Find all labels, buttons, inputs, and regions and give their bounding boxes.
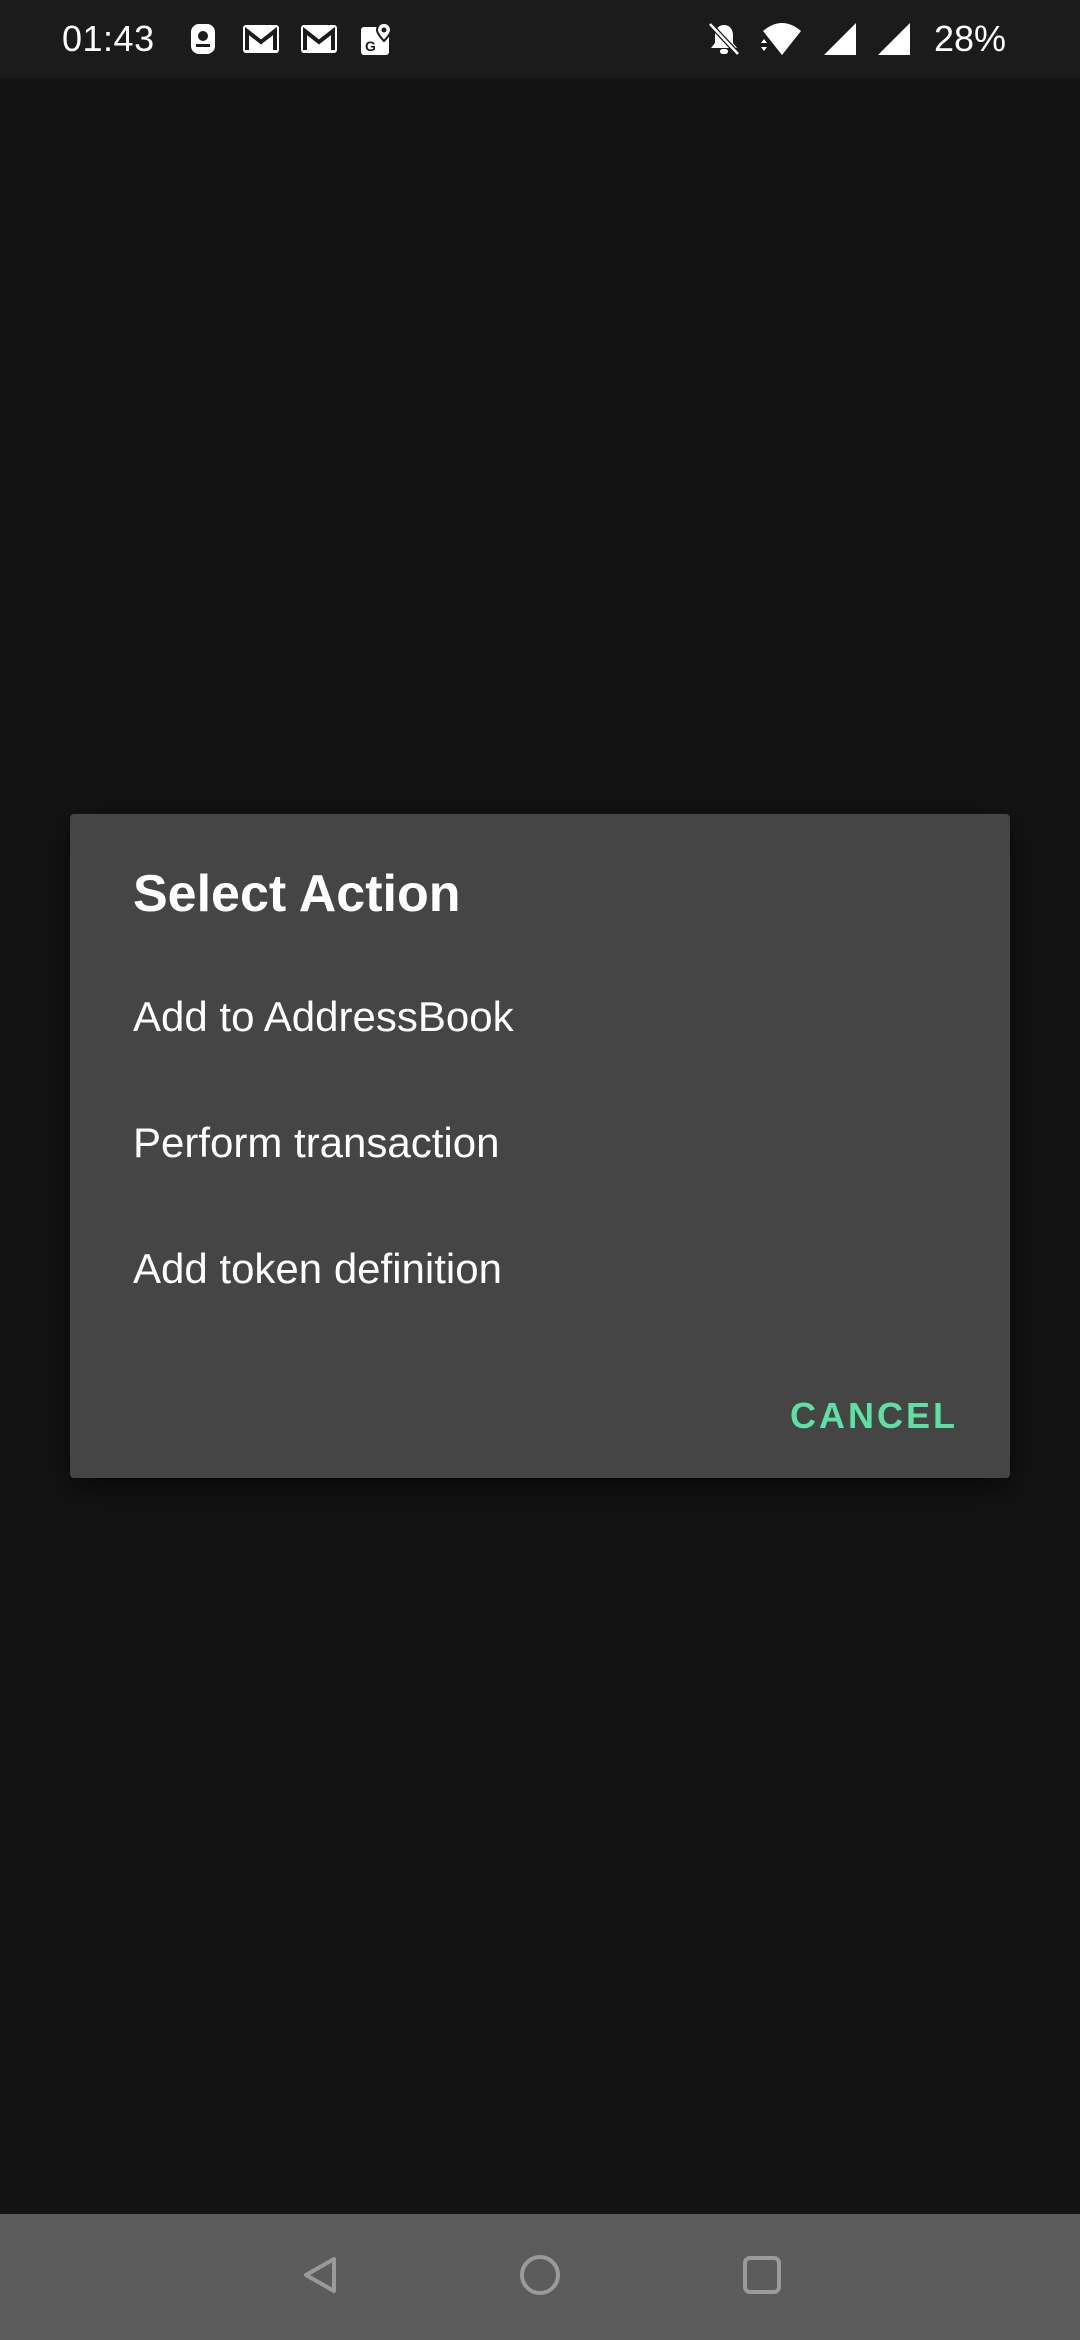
recents-icon: [740, 2253, 784, 2302]
battery-percent: 28%: [933, 18, 1006, 59]
navigation-bar: [0, 2214, 1080, 2340]
bell-off-icon: [704, 19, 744, 59]
dialog-title: Select Action: [133, 865, 461, 923]
back-icon: [298, 2253, 342, 2302]
gmail-icon: [299, 19, 339, 59]
dialog-item-label: Perform transaction: [133, 1119, 500, 1166]
status-time: 01:43: [62, 18, 155, 59]
dialog-item-add-to-addressbook[interactable]: Add to AddressBook: [70, 954, 1010, 1080]
status-bar-right: 28%: [704, 0, 1006, 78]
lock-app-icon: [183, 19, 223, 59]
wifi-icon: [758, 19, 806, 59]
recents-button[interactable]: [732, 2247, 792, 2307]
back-button[interactable]: [290, 2247, 350, 2307]
gmail-icon: [241, 19, 281, 59]
maps-icon: G: [357, 19, 397, 59]
dialog-item-perform-transaction[interactable]: Perform transaction: [70, 1080, 1010, 1206]
dialog-item-label: Add to AddressBook: [133, 993, 514, 1040]
screen: 01:43 G 28% Select Action Add to Address…: [0, 0, 1080, 2340]
svg-text:G: G: [365, 38, 376, 54]
home-icon: [517, 2252, 563, 2303]
select-action-dialog: Select Action Add to AddressBook Perform…: [70, 814, 1010, 1478]
signal-icon: [874, 19, 914, 59]
status-bar: 01:43 G 28%: [0, 0, 1080, 78]
signal-icon: [820, 19, 860, 59]
home-button[interactable]: [510, 2247, 570, 2307]
dialog-item-label: Add token definition: [133, 1245, 502, 1292]
status-bar-left: 01:43 G: [62, 0, 415, 78]
cancel-button[interactable]: CANCEL: [786, 1374, 962, 1458]
dialog-item-add-token-definition[interactable]: Add token definition: [70, 1206, 1010, 1332]
